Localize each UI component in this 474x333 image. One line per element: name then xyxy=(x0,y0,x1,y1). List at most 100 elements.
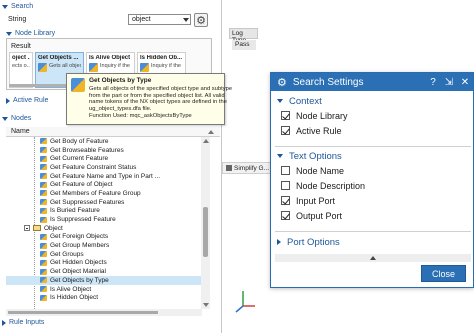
search-settings-button[interactable]: ⚙ xyxy=(194,13,208,27)
rule-inputs-section-header[interactable]: Rule Inputs xyxy=(0,318,44,327)
string-label: String xyxy=(8,16,27,23)
sort-arrow-icon[interactable] xyxy=(208,129,214,134)
tree-node-item[interactable]: Get Members of Feature Group xyxy=(6,189,202,198)
tree-node-item[interactable]: Get Current Feature xyxy=(6,154,202,163)
help-icon[interactable]: ? xyxy=(425,77,441,88)
text-options-label: Text Options xyxy=(289,150,342,162)
dropdown-arrow-icon[interactable] xyxy=(183,18,189,22)
log-type-column[interactable]: Log Type xyxy=(229,28,258,44)
chevron-up-icon xyxy=(370,256,376,260)
active-rule-section-header[interactable]: Active Rule xyxy=(4,96,48,105)
card-title: Get Objects ... xyxy=(38,55,79,61)
context-section: Context Node Library Active Rule xyxy=(277,94,469,138)
tree-node-item[interactable]: Is Hidden Object xyxy=(6,293,202,302)
tree-node-item[interactable]: Is Suppressed Feature xyxy=(6,215,202,224)
tree-node-item[interactable]: Get Feature Name and Type in Part ... xyxy=(6,172,202,181)
node-name-checkbox[interactable] xyxy=(281,166,290,175)
tree-horizontal-scrollbar[interactable] xyxy=(6,309,202,316)
search-section-header[interactable]: Search xyxy=(0,2,33,11)
card-title: Is Alive Object xyxy=(89,55,131,61)
collapse-toggle-icon[interactable] xyxy=(24,225,30,232)
coordinate-triad-icon xyxy=(235,291,255,313)
name-column-label: Name xyxy=(11,128,30,135)
input-port-option[interactable]: Input Port xyxy=(277,193,469,208)
input-port-checkbox[interactable] xyxy=(281,196,290,205)
active-rule-checkbox[interactable] xyxy=(281,126,290,135)
tree-item-label: Get Browseable Features xyxy=(50,146,124,154)
tree-node-item[interactable]: Get Object Material xyxy=(6,267,202,276)
tree-item-label: Get Groups xyxy=(50,250,84,258)
context-label: Context xyxy=(289,95,322,107)
tree-node-item[interactable]: Get Groups xyxy=(6,250,202,259)
card-desc: ects o... xyxy=(12,63,30,69)
collapse-arrow-icon xyxy=(2,4,8,9)
tree-node-item[interactable]: Get Group Members xyxy=(6,241,202,250)
gear-icon: ⚙ xyxy=(277,76,287,89)
nodes-section-header[interactable]: Nodes xyxy=(0,114,31,123)
context-section-header[interactable]: Context xyxy=(277,94,469,108)
scroll-thumb[interactable] xyxy=(203,207,208,257)
active-rule-option[interactable]: Active Rule xyxy=(277,123,469,138)
tree-node-item[interactable]: Get Objects by Type xyxy=(6,276,202,285)
tree-item-label: Object xyxy=(44,224,63,232)
tree-node-item[interactable]: Is Alive Object xyxy=(6,285,202,294)
collapse-arrow-icon xyxy=(6,31,12,36)
collapse-arrow-icon xyxy=(277,99,283,103)
tree-node-item[interactable]: Get Foreign Objects xyxy=(6,233,202,242)
tree-vertical-scrollbar[interactable] xyxy=(201,137,210,309)
node-icon xyxy=(40,155,47,162)
collapse-more-bar[interactable] xyxy=(275,254,471,262)
port-options-section-header[interactable]: Port Options xyxy=(277,235,469,249)
nodes-column-header[interactable]: Name xyxy=(6,127,220,137)
tree-item-label: Is Alive Object xyxy=(50,285,92,293)
option-label: Node Name xyxy=(296,165,345,176)
node-icon xyxy=(40,268,47,275)
tree-item-label: Get Feature of Object xyxy=(50,181,113,189)
card-desc: Inquiry if the ... xyxy=(151,63,183,69)
tree-item-label: Get Members of Feature Group xyxy=(50,189,141,197)
node-icon xyxy=(40,242,47,249)
close-button[interactable]: Close xyxy=(421,265,466,282)
close-icon[interactable]: ✕ xyxy=(457,77,473,88)
node-library-section-header[interactable]: Node Library xyxy=(4,29,55,38)
tooltip-line: ug_object_types.dfa file. xyxy=(89,106,152,113)
scroll-up-icon[interactable] xyxy=(203,139,209,143)
simplify-tab-label: Simplify G... xyxy=(234,164,270,172)
simplify-tab[interactable]: Simplify G... xyxy=(222,162,277,174)
expand-arrow-icon xyxy=(6,97,10,104)
text-options-section-header[interactable]: Text Options xyxy=(277,149,469,163)
tree-node-item[interactable]: Get Feature of Object xyxy=(6,180,202,189)
text-options-section: Text Options Node Name Node Description … xyxy=(277,149,469,223)
node-name-option[interactable]: Node Name xyxy=(277,163,469,178)
scroll-down-icon[interactable] xyxy=(203,303,209,307)
result-card[interactable]: oject ... ects o... xyxy=(9,52,33,88)
tab-icon xyxy=(226,165,232,171)
tree-folder-object[interactable]: Object xyxy=(6,224,202,233)
tree-node-item[interactable]: Is Buried Feature xyxy=(6,207,202,216)
node-icon xyxy=(40,207,47,214)
node-icon xyxy=(40,147,47,154)
node-icon xyxy=(140,63,149,72)
option-label: Output Port xyxy=(296,210,343,221)
node-icon xyxy=(40,259,47,266)
node-library-option[interactable]: Node Library xyxy=(277,108,469,123)
string-combobox[interactable]: object xyxy=(128,14,191,25)
result-label: Result xyxy=(11,43,31,50)
node-library-checkbox[interactable] xyxy=(281,111,290,120)
tree-node-item[interactable]: Get Feature Constraint Status xyxy=(6,163,202,172)
dialog-title-bar[interactable]: ⚙ Search Settings ? ⇲ ✕ xyxy=(271,73,473,91)
tooltip-line: Gets all objects of the specified object… xyxy=(89,86,233,92)
tree-node-item[interactable]: Get Suppressed Features xyxy=(6,198,202,207)
node-description-checkbox[interactable] xyxy=(281,181,290,190)
node-description-option[interactable]: Node Description xyxy=(277,178,469,193)
tree-item-label: Get Feature Name and Type in Part ... xyxy=(50,172,161,180)
pin-icon[interactable]: ⇲ xyxy=(441,77,457,88)
tree-node-item[interactable]: Get Hidden Objects xyxy=(6,259,202,268)
node-icon xyxy=(71,78,85,92)
node-icon xyxy=(40,251,47,258)
output-port-checkbox[interactable] xyxy=(281,211,290,220)
tree-node-item[interactable]: Get Browseable Features xyxy=(6,146,202,155)
tree-node-item[interactable]: Get Body of Feature xyxy=(6,137,202,146)
output-port-option[interactable]: Output Port xyxy=(277,208,469,223)
port-options-section: Port Options xyxy=(277,235,469,249)
